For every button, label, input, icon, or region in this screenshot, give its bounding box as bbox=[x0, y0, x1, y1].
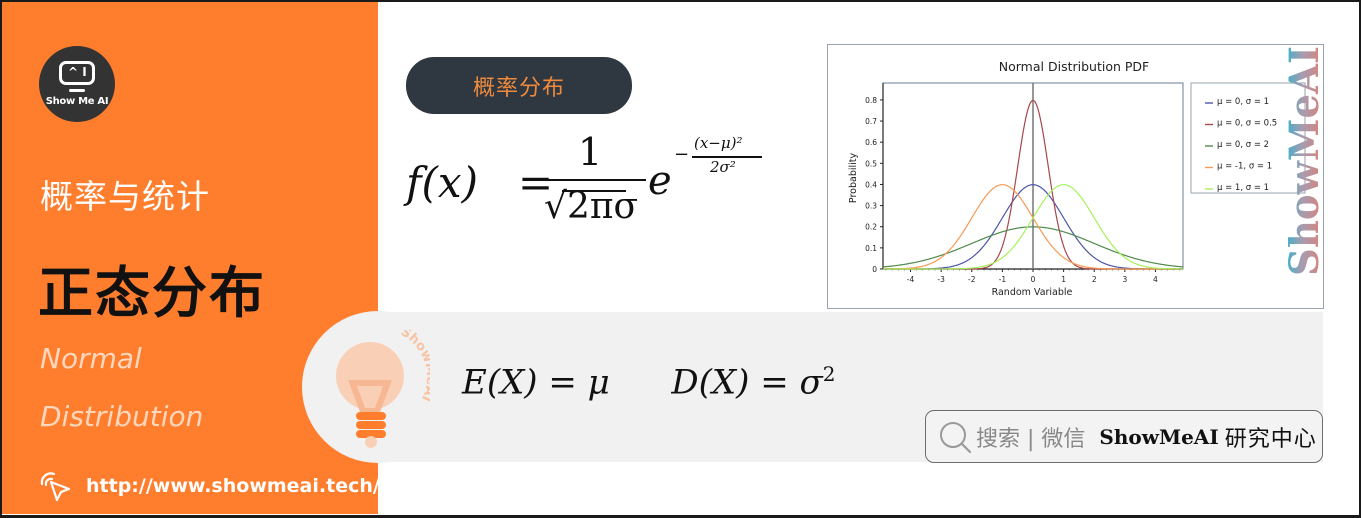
x-tick-label: 4 bbox=[1153, 275, 1158, 284]
radical-bar bbox=[562, 190, 626, 192]
website-url[interactable]: http://www.showmeai.tech/ bbox=[86, 475, 380, 497]
x-tick-label: 1 bbox=[1061, 275, 1066, 284]
brand-name: ShowMeAI bbox=[1099, 424, 1219, 449]
x-tick-label: -3 bbox=[937, 275, 945, 284]
denominator-text: √2πσ bbox=[544, 186, 639, 227]
formula-lhs: f(x) bbox=[406, 158, 479, 207]
x-tick-label: 0 bbox=[1031, 275, 1036, 284]
x-tick-label: 3 bbox=[1122, 275, 1127, 284]
y-axis-label: Probability bbox=[848, 153, 859, 204]
side-watermark-text: ShowMeAI bbox=[1288, 46, 1324, 276]
x-tick-label: -1 bbox=[999, 275, 1007, 284]
showmeai-logo[interactable]: ^ I Show Me AI bbox=[39, 46, 115, 122]
x-tick-label: -4 bbox=[907, 275, 915, 284]
search-icon bbox=[940, 421, 972, 453]
english-title-line1: Normal bbox=[40, 342, 142, 375]
chart-svg: Normal Distribution PDF 0 0.1 0.2 0.3 0.4 0.5… bbox=[848, 59, 1306, 298]
wechat-search-badge[interactable]: 搜索 | 微信 ShowMeAI 研究中心 bbox=[925, 410, 1323, 463]
variance-formula: D(X) = σ bbox=[671, 362, 823, 403]
website-link[interactable]: http://www.showmeai.tech/ bbox=[38, 470, 380, 502]
logo-screen-glyph: ^ I bbox=[68, 65, 87, 79]
x-tick-label: -2 bbox=[968, 275, 976, 284]
brand-suffix: 研究中心 bbox=[1224, 426, 1317, 452]
subject-heading: 概率与统计 bbox=[40, 177, 210, 216]
normal-pdf-chart: Normal Distribution PDF 0 0.1 0.2 0.3 0.4 0.5… bbox=[827, 44, 1324, 309]
y-tick-label: 0.1 bbox=[865, 244, 877, 253]
exponent-denominator: 2σ² bbox=[710, 158, 736, 176]
y-tick-label: 0 bbox=[872, 265, 877, 274]
y-tick-label: 0.3 bbox=[865, 202, 877, 211]
exponent-sign: − bbox=[674, 144, 690, 165]
lightbulb-icon: ShowMeAI bbox=[336, 330, 430, 448]
logo-text: Show Me AI bbox=[45, 96, 109, 107]
legend-label: μ = 1, σ = 1 bbox=[1217, 183, 1269, 193]
formula-base: e bbox=[648, 158, 672, 204]
search-label: 搜索 | 微信 bbox=[976, 426, 1086, 452]
page-title: 正态分布 bbox=[38, 261, 267, 325]
monitor-icon: ^ I bbox=[59, 61, 95, 85]
plot-area: 0 0.1 0.2 0.3 0.4 0.5 0.6 0.7 0.8 -4 -3 -2 -1 0 1 2 3 4 bbox=[865, 82, 1184, 284]
legend-label: μ = 0, σ = 1 bbox=[1217, 97, 1269, 107]
y-tick-label: 0.5 bbox=[865, 159, 877, 168]
category-pill-label: 概率分布 bbox=[472, 75, 565, 101]
fraction-bar bbox=[538, 179, 646, 181]
category-pill: 概率分布 bbox=[406, 57, 632, 114]
y-tick-label: 0.7 bbox=[865, 117, 877, 126]
y-tick-label: 0.4 bbox=[865, 180, 877, 189]
formula-numerator: 1 bbox=[578, 130, 603, 174]
english-title-line2: Distribution bbox=[40, 400, 204, 433]
monitor-stand-icon bbox=[69, 89, 85, 92]
y-tick-label: 0.6 bbox=[865, 138, 877, 147]
formula-denominator: √2πσ bbox=[544, 186, 638, 227]
variance-exponent: 2 bbox=[822, 362, 836, 386]
x-tick-label: 2 bbox=[1092, 275, 1097, 284]
showmeai-side-watermark: ShowMeAI bbox=[1288, 46, 1324, 276]
legend-label: μ = 0, σ = 0.5 bbox=[1217, 119, 1277, 129]
exponent-numerator: (x−μ)² bbox=[694, 134, 743, 152]
y-tick-label: 0.2 bbox=[865, 223, 877, 232]
x-axis-label: Random Variable bbox=[992, 287, 1073, 298]
expectation-formula: E(X) = μ bbox=[462, 362, 610, 403]
pointer-cursor-icon bbox=[40, 472, 71, 502]
moments-formula: E(X) = μ D(X) = σ2 bbox=[462, 362, 835, 402]
legend-label: μ = 0, σ = 2 bbox=[1217, 140, 1269, 150]
chart-title: Normal Distribution PDF bbox=[999, 59, 1149, 74]
y-tick-label: 0.8 bbox=[865, 96, 877, 105]
legend-label: μ = -1, σ = 1 bbox=[1217, 162, 1272, 172]
